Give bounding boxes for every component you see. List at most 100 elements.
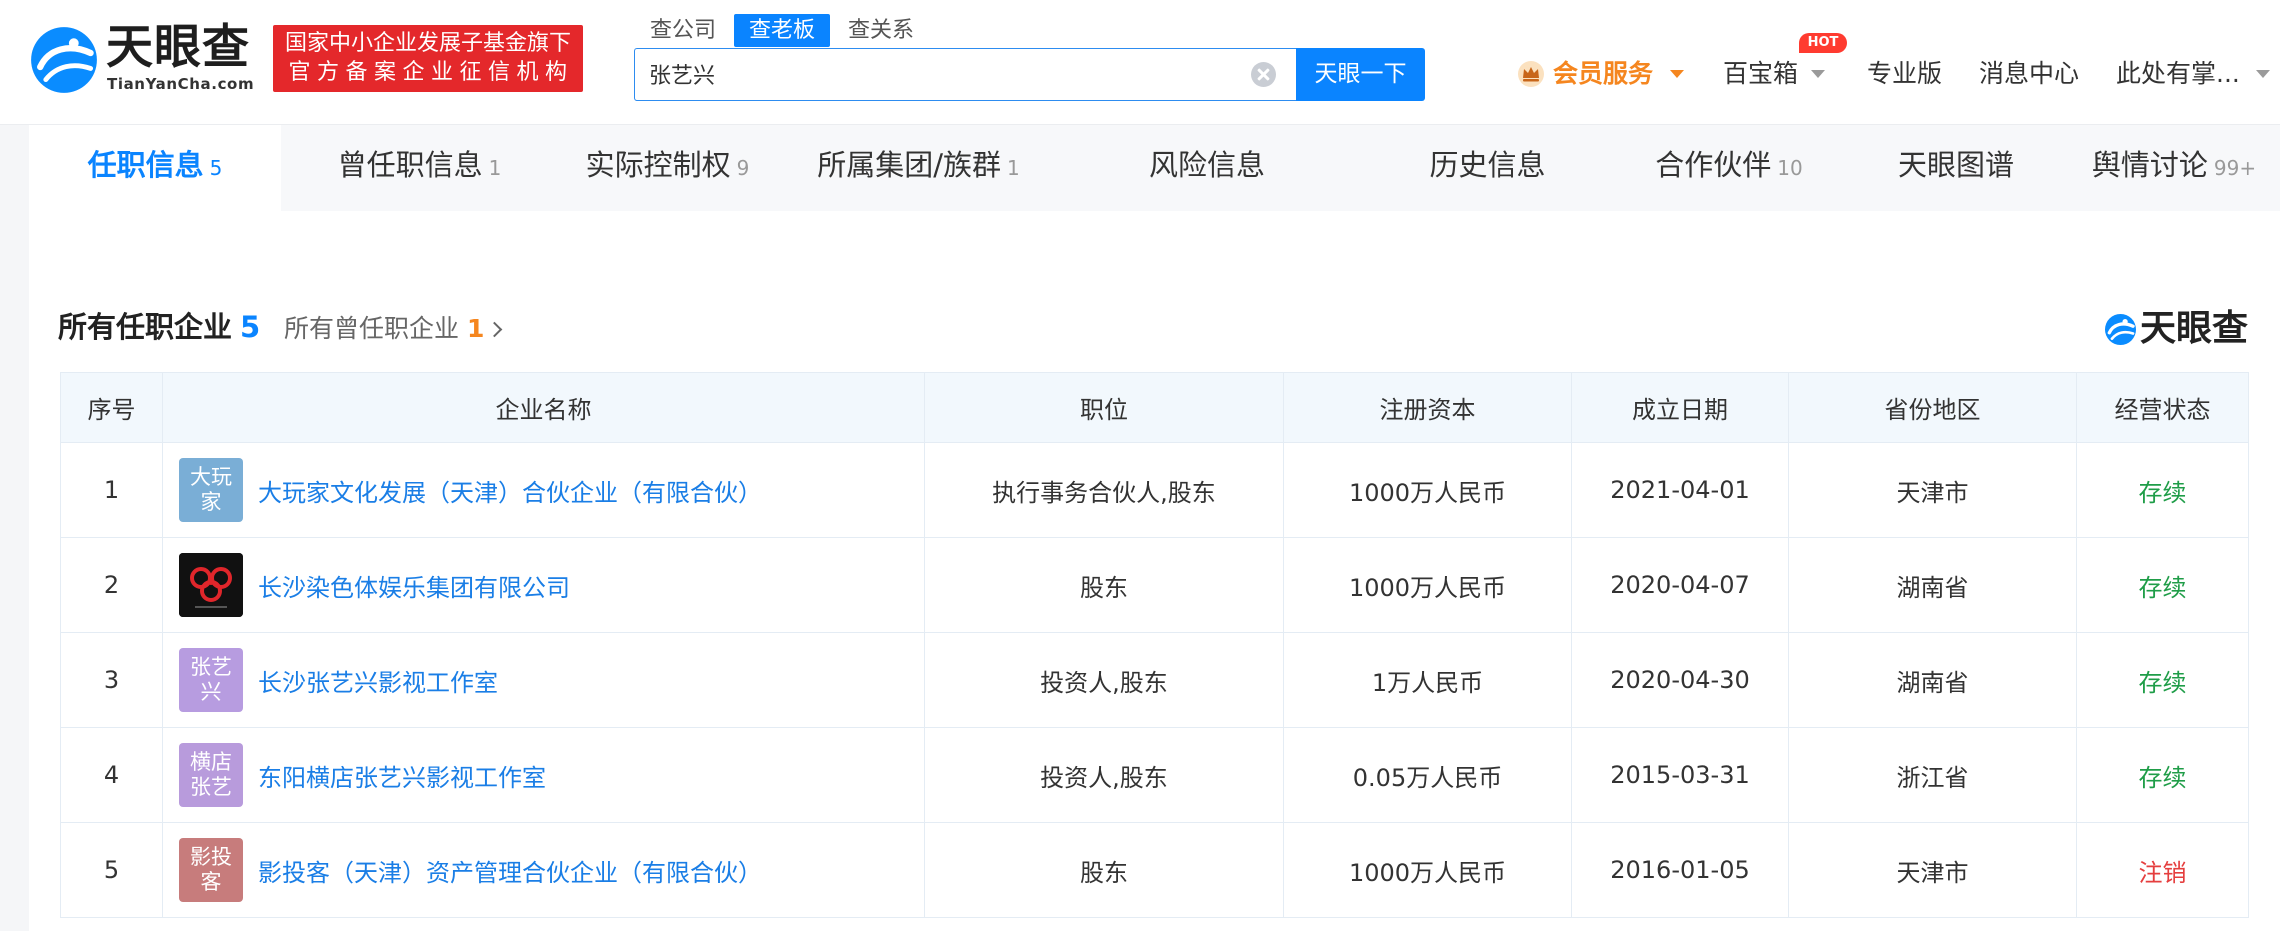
company-name-link[interactable]: 大玩家文化发展（天津）合伙企业（有限合伙） (258, 473, 762, 508)
section-count: 5 (240, 310, 261, 344)
search-box (634, 48, 1296, 101)
row-index: 5 (60, 822, 163, 918)
region-cell: 天津市 (1788, 442, 2077, 538)
row-index: 2 (60, 537, 163, 633)
company-logo[interactable]: 影投 客 (179, 838, 243, 902)
vip-service-menu[interactable]: 会员服务 (1553, 60, 1653, 88)
column-header: 成立日期 (1571, 372, 1789, 443)
capital-cell: 1万人民币 (1283, 632, 1572, 728)
company-logo-text: 横店 (190, 750, 232, 774)
company-logo[interactable]: 大玩 家 (179, 458, 243, 522)
column-header: 注册资本 (1283, 372, 1572, 443)
tab-current-positions[interactable]: 任职信息 5 (29, 125, 281, 211)
watermark-text: 天眼查 (2140, 308, 2249, 349)
tab-count: 5 (209, 156, 223, 180)
status-cell: 存续 (2076, 537, 2249, 633)
founded-date-cell: 2020-04-30 (1571, 632, 1789, 728)
row-index: 4 (60, 727, 163, 823)
tab-label: 天眼图谱 (1897, 148, 2014, 182)
crown-icon (1518, 61, 1544, 87)
message-center-link[interactable]: 消息中心 (1979, 60, 2079, 88)
tab-former-positions[interactable]: 曾任职信息 1 (310, 125, 529, 211)
tianyancha-logo-icon (31, 27, 97, 93)
company-name-link[interactable]: 长沙染色体娱乐集团有限公司 (258, 568, 570, 603)
region-cell: 湖南省 (1788, 632, 2077, 728)
company-logo[interactable]: 横店 张艺 (179, 743, 243, 807)
former-positions-link[interactable]: 所有曾任职企业 1 (284, 311, 503, 347)
table-row[interactable]: 1 大玩 家 大玩家文化发展（天津）合伙企业（有限合伙） 执行事务合伙人,股东 … (60, 442, 2249, 538)
tab-count: 9 (736, 156, 750, 180)
positions-table: 序号 企业名称 职位 注册资本 成立日期 省份地区 经营状态 1 大玩 家 大玩… (60, 372, 2249, 918)
table-row[interactable]: 2 长沙染色体娱乐集团有限公司 股东 1000万人民币 2020-04-07 湖… (60, 537, 2249, 633)
tab-public-opinion[interactable]: 舆情讨论 99+ (2080, 125, 2268, 211)
company-logo[interactable]: 张艺 兴 (179, 648, 243, 712)
position-cell: 股东 (924, 537, 1284, 633)
tab-count: 99+ (2213, 156, 2257, 180)
toolbox-menu[interactable]: 百宝箱 (1723, 60, 1798, 88)
founded-date-cell: 2016-01-05 (1571, 822, 1789, 918)
section-title: 所有任职企业 5 (58, 307, 260, 347)
clear-search-icon[interactable] (1251, 62, 1276, 87)
company-logo-text: 客 (200, 870, 222, 894)
position-cell: 投资人,股东 (924, 727, 1284, 823)
company-cell: 大玩 家 大玩家文化发展（天津）合伙企业（有限合伙） (162, 442, 925, 538)
section-title-text: 所有任职企业 (58, 310, 233, 344)
capital-cell: 1000万人民币 (1283, 822, 1572, 918)
tab-risk-info[interactable]: 风险信息 (1100, 125, 1314, 211)
company-cell: 横店 张艺 东阳横店张艺兴影视工作室 (162, 727, 925, 823)
company-name-link[interactable]: 影投客（天津）资产管理合伙企业（有限合伙） (258, 853, 762, 888)
search-tab-company[interactable]: 查公司 (648, 14, 718, 47)
table-row[interactable]: 5 影投 客 影投客（天津）资产管理合伙企业（有限合伙） 股东 1000万人民币… (60, 822, 2249, 918)
table-row[interactable]: 4 横店 张艺 东阳横店张艺兴影视工作室 投资人,股东 0.05万人民币 201… (60, 727, 2249, 823)
region-cell: 天津市 (1788, 822, 2077, 918)
company-logo-text: 大玩 (190, 465, 232, 489)
tab-partners[interactable]: 合作伙伴 10 (1630, 125, 1828, 211)
company-name-link[interactable]: 东阳横店张艺兴影视工作室 (258, 758, 546, 793)
banner-line-2: 官方备案企业征信机构 (288, 60, 574, 85)
company-logo-text: 张艺 (190, 655, 232, 679)
chevron-down-icon[interactable] (2256, 70, 2270, 78)
brand-domain: TianYanCha.com (107, 75, 255, 93)
search-input[interactable] (649, 49, 1245, 99)
tab-label: 历史信息 (1429, 148, 1546, 182)
tab-label: 舆情讨论 (2091, 148, 2208, 182)
search-tab-boss[interactable]: 查老板 (734, 14, 830, 47)
tab-label: 任职信息 (87, 148, 204, 182)
tab-group[interactable]: 所属集团/族群 1 (795, 125, 1042, 211)
tianyancha-logo-icon (2104, 313, 2137, 346)
status-cell: 存续 (2076, 632, 2249, 728)
tab-history-info[interactable]: 历史信息 (1380, 125, 1595, 211)
search-button[interactable]: 天眼一下 (1296, 48, 1425, 101)
company-logo[interactable] (179, 553, 243, 617)
top-header: 天眼查 TianYanCha.com 国家中小企业发展子基金旗下 官方备案企业征… (0, 0, 2280, 125)
chevron-down-icon[interactable] (1811, 70, 1825, 78)
company-cell: 张艺 兴 长沙张艺兴影视工作室 (162, 632, 925, 728)
company-logo-text: 影投 (190, 845, 232, 869)
main-content: 所有任职企业 5 所有曾任职企业 1 天眼查 序号 企业名称 职位 注册资本 成立日… (29, 211, 2280, 931)
company-name-link[interactable]: 长沙张艺兴影视工作室 (258, 663, 498, 698)
tab-actual-control[interactable]: 实际控制权 9 (560, 125, 775, 211)
region-cell: 浙江省 (1788, 727, 2077, 823)
search-tab-relation[interactable]: 查关系 (846, 14, 916, 47)
watermark-logo: 天眼查 (2104, 308, 2248, 350)
pro-version-link[interactable]: 专业版 (1867, 60, 1942, 88)
chevron-down-icon[interactable] (1670, 70, 1684, 78)
user-menu[interactable]: 此处有掌... (2116, 60, 2240, 88)
tab-count: 1 (1007, 156, 1020, 180)
capital-cell: 0.05万人民币 (1283, 727, 1572, 823)
column-header: 序号 (60, 372, 163, 443)
row-index: 3 (60, 632, 163, 728)
company-logo-text: 家 (200, 490, 222, 514)
former-positions-count: 1 (467, 314, 485, 343)
hot-badge: HOT (1799, 33, 1847, 53)
table-row[interactable]: 3 张艺 兴 长沙张艺兴影视工作室 投资人,股东 1万人民币 2020-04-3… (60, 632, 2249, 728)
column-header: 省份地区 (1788, 372, 2077, 443)
profile-tab-bar: 任职信息 5 曾任职信息 1 实际控制权 9 所属集团/族群 1 风险信息 历史信息 合… (29, 125, 2280, 211)
certification-banner: 国家中小企业发展子基金旗下 官方备案企业征信机构 (273, 25, 583, 92)
site-logo[interactable]: 天眼查 TianYanCha.com (29, 22, 269, 98)
tab-count: 1 (488, 156, 502, 180)
row-index: 1 (60, 442, 163, 538)
position-cell: 执行事务合伙人,股东 (924, 442, 1284, 538)
company-logo-text: 兴 (200, 680, 222, 704)
tab-graph[interactable]: 天眼图谱 (1850, 125, 2062, 211)
